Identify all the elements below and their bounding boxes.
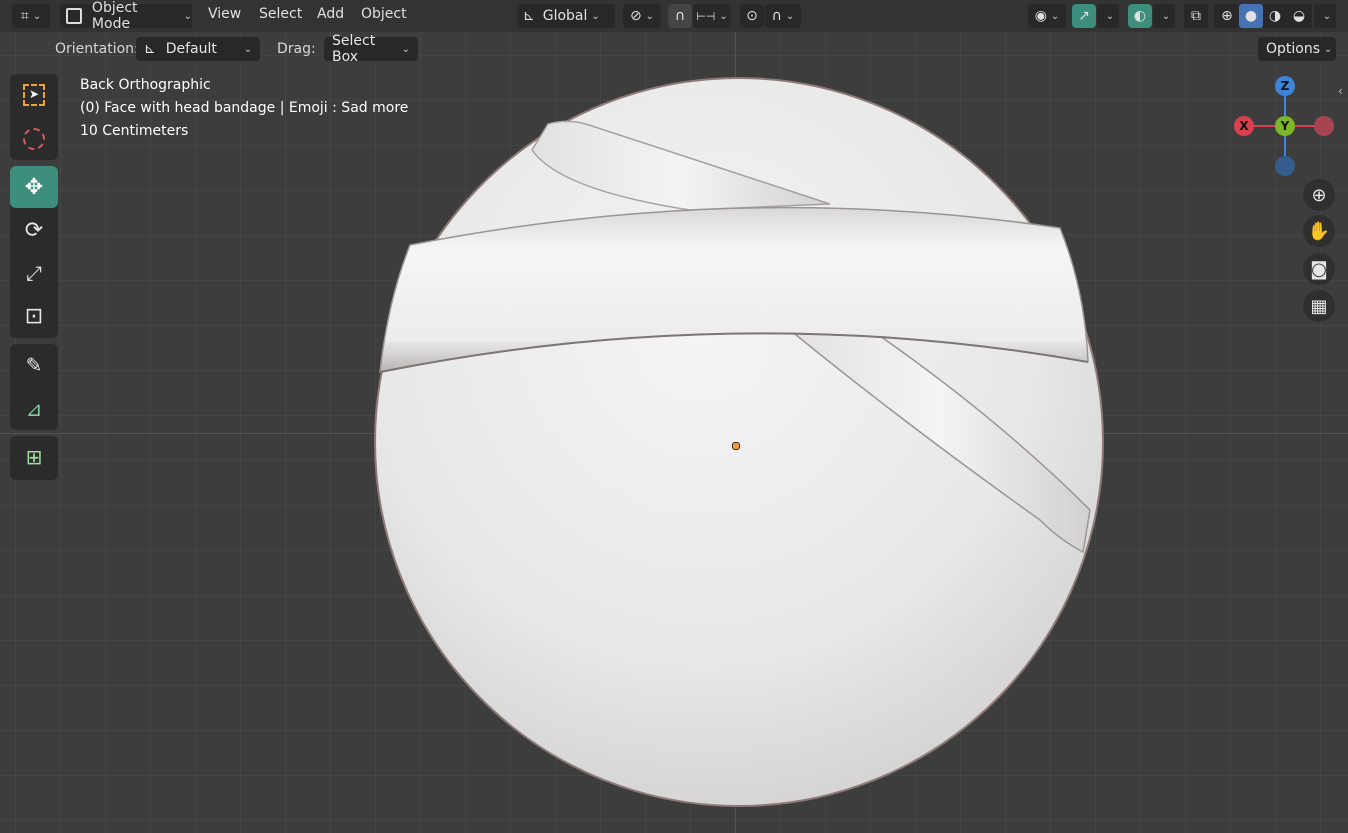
gizmo-icon: ↗ <box>1078 8 1090 24</box>
orientation-label: Global <box>542 8 588 24</box>
transform-tool[interactable]: ⊡ <box>10 295 58 337</box>
scale-tool[interactable]: ⤢ <box>10 252 58 294</box>
editor-type-icon: ⌗ <box>20 8 29 24</box>
gizmo-neg-z-axis[interactable] <box>1275 156 1295 176</box>
add-cube-icon: ⊞ <box>25 445 43 469</box>
3d-viewport[interactable] <box>0 0 1348 833</box>
toolbar-annotate-group: ✎ ⊿ <box>10 344 58 430</box>
cursor-icon <box>23 128 45 150</box>
zoom-button[interactable]: ⊕ <box>1303 179 1335 211</box>
orientation-value: Default <box>165 41 217 57</box>
wireframe-shading-icon[interactable]: ⊕ <box>1215 8 1239 24</box>
viewport-header: ⌗ ⌄ Object Mode ⌄ View Select Add Object ⊾… <box>0 0 1348 32</box>
toolbar-select-group: ➤ <box>10 74 58 160</box>
mode-dropdown[interactable]: Object Mode ⌄ <box>60 0 192 32</box>
orientation-dropdown[interactable]: ⊾ Default ⌄ <box>136 37 260 61</box>
annotate-icon: ✎ <box>25 353 43 377</box>
view-name: Back Orthographic <box>80 77 211 93</box>
gizmo-y-axis[interactable]: Y <box>1275 116 1295 136</box>
select-box-tool[interactable]: ➤ <box>10 74 58 116</box>
sidebar-toggle-icon[interactable]: ‹ <box>1338 84 1343 98</box>
cursor-tool[interactable] <box>10 118 58 160</box>
proportional-edit-icon: ⊙ <box>746 8 758 24</box>
transform-icon: ⊡ <box>24 303 44 329</box>
snap-target-button[interactable]: ⊢⊣ ⌄ <box>693 4 731 28</box>
chevron-down-icon: ⌄ <box>1322 10 1332 22</box>
select-box-icon: ➤ <box>23 84 45 106</box>
move-icon: ✥ <box>24 174 44 200</box>
hand-pan-icon: ✋ <box>1307 220 1331 242</box>
perspective-toggle-button[interactable]: ▦ <box>1303 290 1335 322</box>
magnet-icon: ∩ <box>674 8 686 24</box>
menu-add[interactable]: Add <box>317 6 344 22</box>
chevron-down-icon: ⌄ <box>1161 10 1171 22</box>
grid-icon: ▦ <box>1310 295 1328 317</box>
camera-icon: ◙ <box>1310 258 1328 280</box>
menu-object[interactable]: Object <box>361 6 407 22</box>
options-label: Options <box>1266 41 1321 57</box>
snap-toggle[interactable]: ∩ <box>668 4 692 28</box>
falloff-button[interactable]: ∩ ⌄ <box>765 4 801 28</box>
orientation-gizmo-icon: ⊾ <box>144 41 156 57</box>
falloff-curve-icon: ∩ <box>771 8 782 24</box>
scale-icon: ⤢ <box>26 261 42 285</box>
menu-select[interactable]: Select <box>259 6 302 22</box>
material-shading-icon[interactable]: ◑ <box>1263 8 1287 24</box>
drag-field-label: Drag: <box>277 41 316 57</box>
grid-scale: 10 Centimeters <box>80 123 189 139</box>
sculpt-sphere[interactable] <box>0 0 1348 833</box>
camera-view-button[interactable]: ◙ <box>1303 253 1335 285</box>
orientation-field-label: Orientation: <box>55 41 139 57</box>
chevron-down-icon: ⌄ <box>1105 10 1115 22</box>
snap-increment-icon: ⊢⊣ <box>696 9 716 23</box>
toolbar-transform-group: ✥ ⟳ ⤢ ⊡ <box>10 166 58 338</box>
drag-dropdown[interactable]: Select Box ⌄ <box>324 33 418 65</box>
gizmo-toggle[interactable]: ↗ <box>1072 4 1096 28</box>
orientation-axes-icon: ⊾ <box>523 8 535 24</box>
annotate-tool[interactable]: ✎ <box>10 344 58 386</box>
overlays-dropdown[interactable]: ⌄ <box>1153 4 1175 28</box>
measure-tool[interactable]: ⊿ <box>10 388 58 430</box>
shading-dropdown[interactable]: ⌄ <box>1314 4 1336 28</box>
options-dropdown[interactable]: Options ⌄ <box>1258 37 1336 61</box>
zoom-icon: ⊕ <box>1311 184 1327 206</box>
gizmo-z-axis[interactable]: Z <box>1275 76 1295 96</box>
pan-button[interactable]: ✋ <box>1303 215 1335 247</box>
add-cube-tool[interactable]: ⊞ <box>10 436 58 478</box>
gizmo-neg-x-axis[interactable] <box>1314 116 1334 136</box>
xray-toggle[interactable]: ⧉ <box>1184 4 1208 28</box>
eye-icon: ◉ <box>1034 8 1047 24</box>
rotate-tool[interactable]: ⟳ <box>10 209 58 251</box>
measure-icon: ⊿ <box>25 397 43 421</box>
navigation-gizmo[interactable]: Z X Y <box>1234 76 1336 178</box>
drag-value: Select Box <box>332 33 376 65</box>
overlays-toggle[interactable]: ◐ <box>1128 4 1152 28</box>
object-origin <box>732 442 740 450</box>
mode-label: Object Mode <box>91 0 138 32</box>
move-tool[interactable]: ✥ <box>10 166 58 208</box>
object-mode-icon <box>66 8 82 24</box>
gizmo-dropdown[interactable]: ⌄ <box>1097 4 1119 28</box>
rendered-shading-icon[interactable]: ◒ <box>1287 8 1311 24</box>
menu-view[interactable]: View <box>208 6 241 22</box>
toolbar-add-group: ⊞ <box>10 436 58 480</box>
object-name: (0) Face with head bandage | Emoji : Sad… <box>80 100 409 116</box>
transform-orientation-dropdown[interactable]: ⊾ Global ⌄ <box>517 4 615 28</box>
shading-group: ⊕ ● ◑ ◒ <box>1214 4 1312 28</box>
rotate-icon: ⟳ <box>24 217 44 243</box>
proportional-edit-toggle[interactable]: ⊙ <box>740 4 764 28</box>
overlays-icon: ◐ <box>1133 8 1147 24</box>
pivot-link-icon: ⊘ <box>629 8 642 24</box>
solid-shading-icon[interactable]: ● <box>1239 4 1263 28</box>
editor-type-button[interactable]: ⌗ ⌄ <box>12 4 50 28</box>
gizmo-x-axis[interactable]: X <box>1234 116 1254 136</box>
visibility-button[interactable]: ◉ ⌄ <box>1028 4 1066 28</box>
xray-icon: ⧉ <box>1191 8 1201 24</box>
pivot-point-button[interactable]: ⊘ ⌄ <box>623 4 661 28</box>
